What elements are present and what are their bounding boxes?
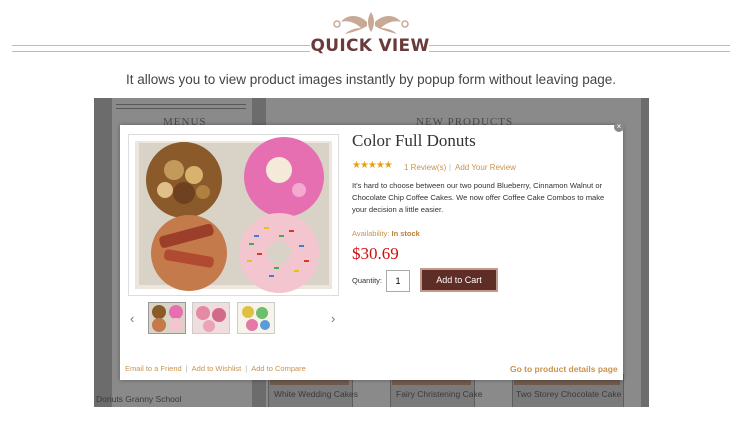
review-separator: | — [449, 163, 452, 172]
quantity-label: Quantity: — [352, 276, 383, 285]
thumbnail-prev-arrow-icon[interactable]: ‹ — [130, 311, 134, 326]
header-divider-right — [429, 45, 730, 52]
availability: Availability: In stock — [352, 229, 420, 238]
sidebar-item: Donuts Granny School — [96, 394, 182, 404]
thumbnail-next-arrow-icon[interactable]: › — [331, 311, 335, 326]
thumbnail-2-image — [193, 303, 229, 333]
product-price: $30.69 — [352, 244, 399, 263]
footer-separator: | — [245, 364, 248, 373]
product-details-link[interactable]: Go to product details page — [510, 364, 618, 374]
thumbnail-1-image — [149, 303, 185, 333]
product-main-image — [128, 134, 339, 296]
product-name: Color Full Donuts — [352, 131, 476, 150]
product-label: Fairy Christening Cake — [396, 389, 483, 399]
email-friend-link[interactable]: Email to a Friend — [125, 364, 182, 373]
footer-separator: | — [185, 364, 188, 373]
page-subtitle: It allows you to view product images ins… — [125, 72, 616, 87]
page-title: QUICK VIEW — [310, 36, 430, 56]
product-label: White Wedding Cakes — [274, 389, 358, 399]
availability-label: Availability: — [352, 229, 390, 238]
popup-footer-links: Email to a Friend | Add to Wishlist | Add to… — [125, 364, 306, 373]
review-count-link[interactable]: 1 Review(s) — [404, 163, 446, 172]
quantity-input[interactable] — [386, 270, 410, 292]
availability-value: In stock — [391, 229, 420, 238]
add-to-compare-link[interactable]: Add to Compare — [251, 364, 306, 373]
thumbnail-strip: ‹ › — [128, 302, 348, 334]
thumbnail-1[interactable] — [148, 302, 186, 334]
product-description: It's hard to choose between our two poun… — [352, 181, 605, 214]
decorative-ornament-icon — [333, 12, 409, 34]
add-to-wishlist-link[interactable]: Add to Wishlist — [192, 364, 242, 373]
thumbnail-3-image — [238, 303, 274, 333]
product-label: Two Storey Chocolate Cake — [516, 389, 622, 399]
sidebar-ornament — [116, 104, 246, 109]
header-divider-left — [12, 45, 310, 52]
close-icon[interactable]: × — [614, 122, 624, 132]
add-review-link[interactable]: Add Your Review — [455, 163, 516, 172]
thumbnail-2[interactable] — [192, 302, 230, 334]
thumbnail-3[interactable] — [237, 302, 275, 334]
rating-stars-icon: ★★★★★ — [352, 160, 393, 171]
add-to-cart-button[interactable]: Add to Cart — [420, 268, 498, 292]
